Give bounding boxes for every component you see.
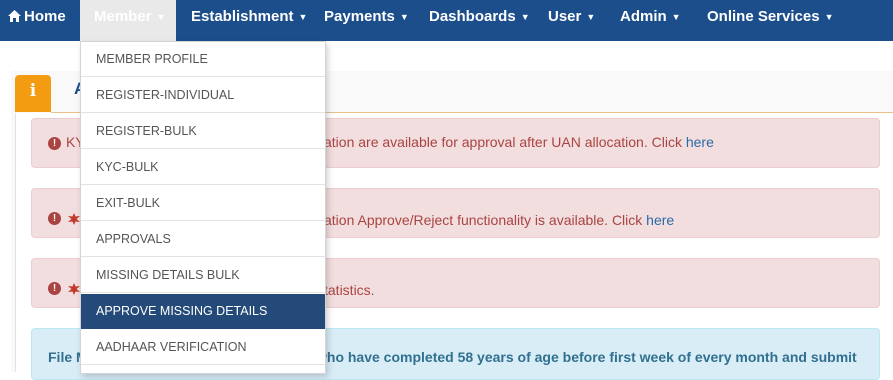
member-dropdown-menu: MEMBER PROFILE REGISTER-INDIVIDUAL REGIS… [80,41,326,374]
nav-member-label: Member [94,8,152,25]
nav-admin[interactable]: Admin ▼ [620,0,681,34]
nav-admin-label: Admin [620,8,667,25]
new-badge-icon [68,283,80,295]
nav-payments[interactable]: Payments ▼ [324,0,409,34]
info-notice-right: who have completed 58 years of age befor… [316,349,857,365]
menu-item-kyc-bulk[interactable]: KYC-BULK [81,150,325,185]
nav-member[interactable]: Member ▼ [80,0,176,41]
nav-dashboards-label: Dashboards [429,8,516,25]
top-navbar: Home Member ▼ Establishment ▼ Payments ▼ Da… [0,0,893,41]
alert-text: ation Approve/Reject functionality is av… [324,212,674,228]
nav-home-label: Home [24,8,66,25]
caret-down-icon: ▼ [671,12,681,22]
caret-down-icon: ▼ [399,12,409,22]
nav-home[interactable]: Home [8,0,66,34]
caret-down-icon: ▼ [298,12,308,22]
menu-item-aadhaar-verification[interactable]: AADHAAR VERIFICATION [81,330,325,365]
here-link[interactable]: here [686,134,714,150]
menu-item-approve-missing-details[interactable]: APPROVE MISSING DETAILS [81,294,325,329]
caret-down-icon: ▼ [156,12,166,22]
menu-item-exit-bulk[interactable]: EXIT-BULK [81,186,325,221]
here-link[interactable]: here [646,212,674,228]
nav-payments-label: Payments [324,8,395,25]
menu-item-register-individual[interactable]: REGISTER-INDIVIDUAL [81,78,325,113]
menu-item-register-bulk[interactable]: REGISTER-BULK [81,114,325,149]
menu-item-approvals[interactable]: APPROVALS [81,222,325,257]
caret-down-icon: ▼ [824,12,834,22]
nav-establishment[interactable]: Establishment ▼ [191,0,307,34]
info-tab: i [15,75,51,112]
alert-message: ation are available for approval after U… [324,134,686,150]
info-icon: i [29,81,37,101]
alert-text: ation are available for approval after U… [324,134,714,150]
caret-down-icon: ▼ [586,12,596,22]
menu-item-missing-details-bulk[interactable]: MISSING DETAILS BULK [81,258,325,293]
nav-online-services-label: Online Services [707,8,820,25]
nav-establishment-label: Establishment [191,8,294,25]
alert-message: ation Approve/Reject functionality is av… [324,212,647,228]
exclamation-circle-icon: ! [48,282,61,295]
home-icon [8,10,21,22]
alert-message: tatistics. [324,282,375,298]
nav-online-services[interactable]: Online Services ▼ [707,0,833,34]
nav-dashboards[interactable]: Dashboards ▼ [429,0,530,34]
new-badge-icon [68,213,80,225]
exclamation-circle-icon: ! [48,212,61,225]
nav-user[interactable]: User ▼ [548,0,595,34]
exclamation-circle-icon: ! [48,137,61,150]
menu-item-member-profile[interactable]: MEMBER PROFILE [81,42,325,77]
nav-user-label: User [548,8,582,25]
caret-down-icon: ▼ [520,12,530,22]
